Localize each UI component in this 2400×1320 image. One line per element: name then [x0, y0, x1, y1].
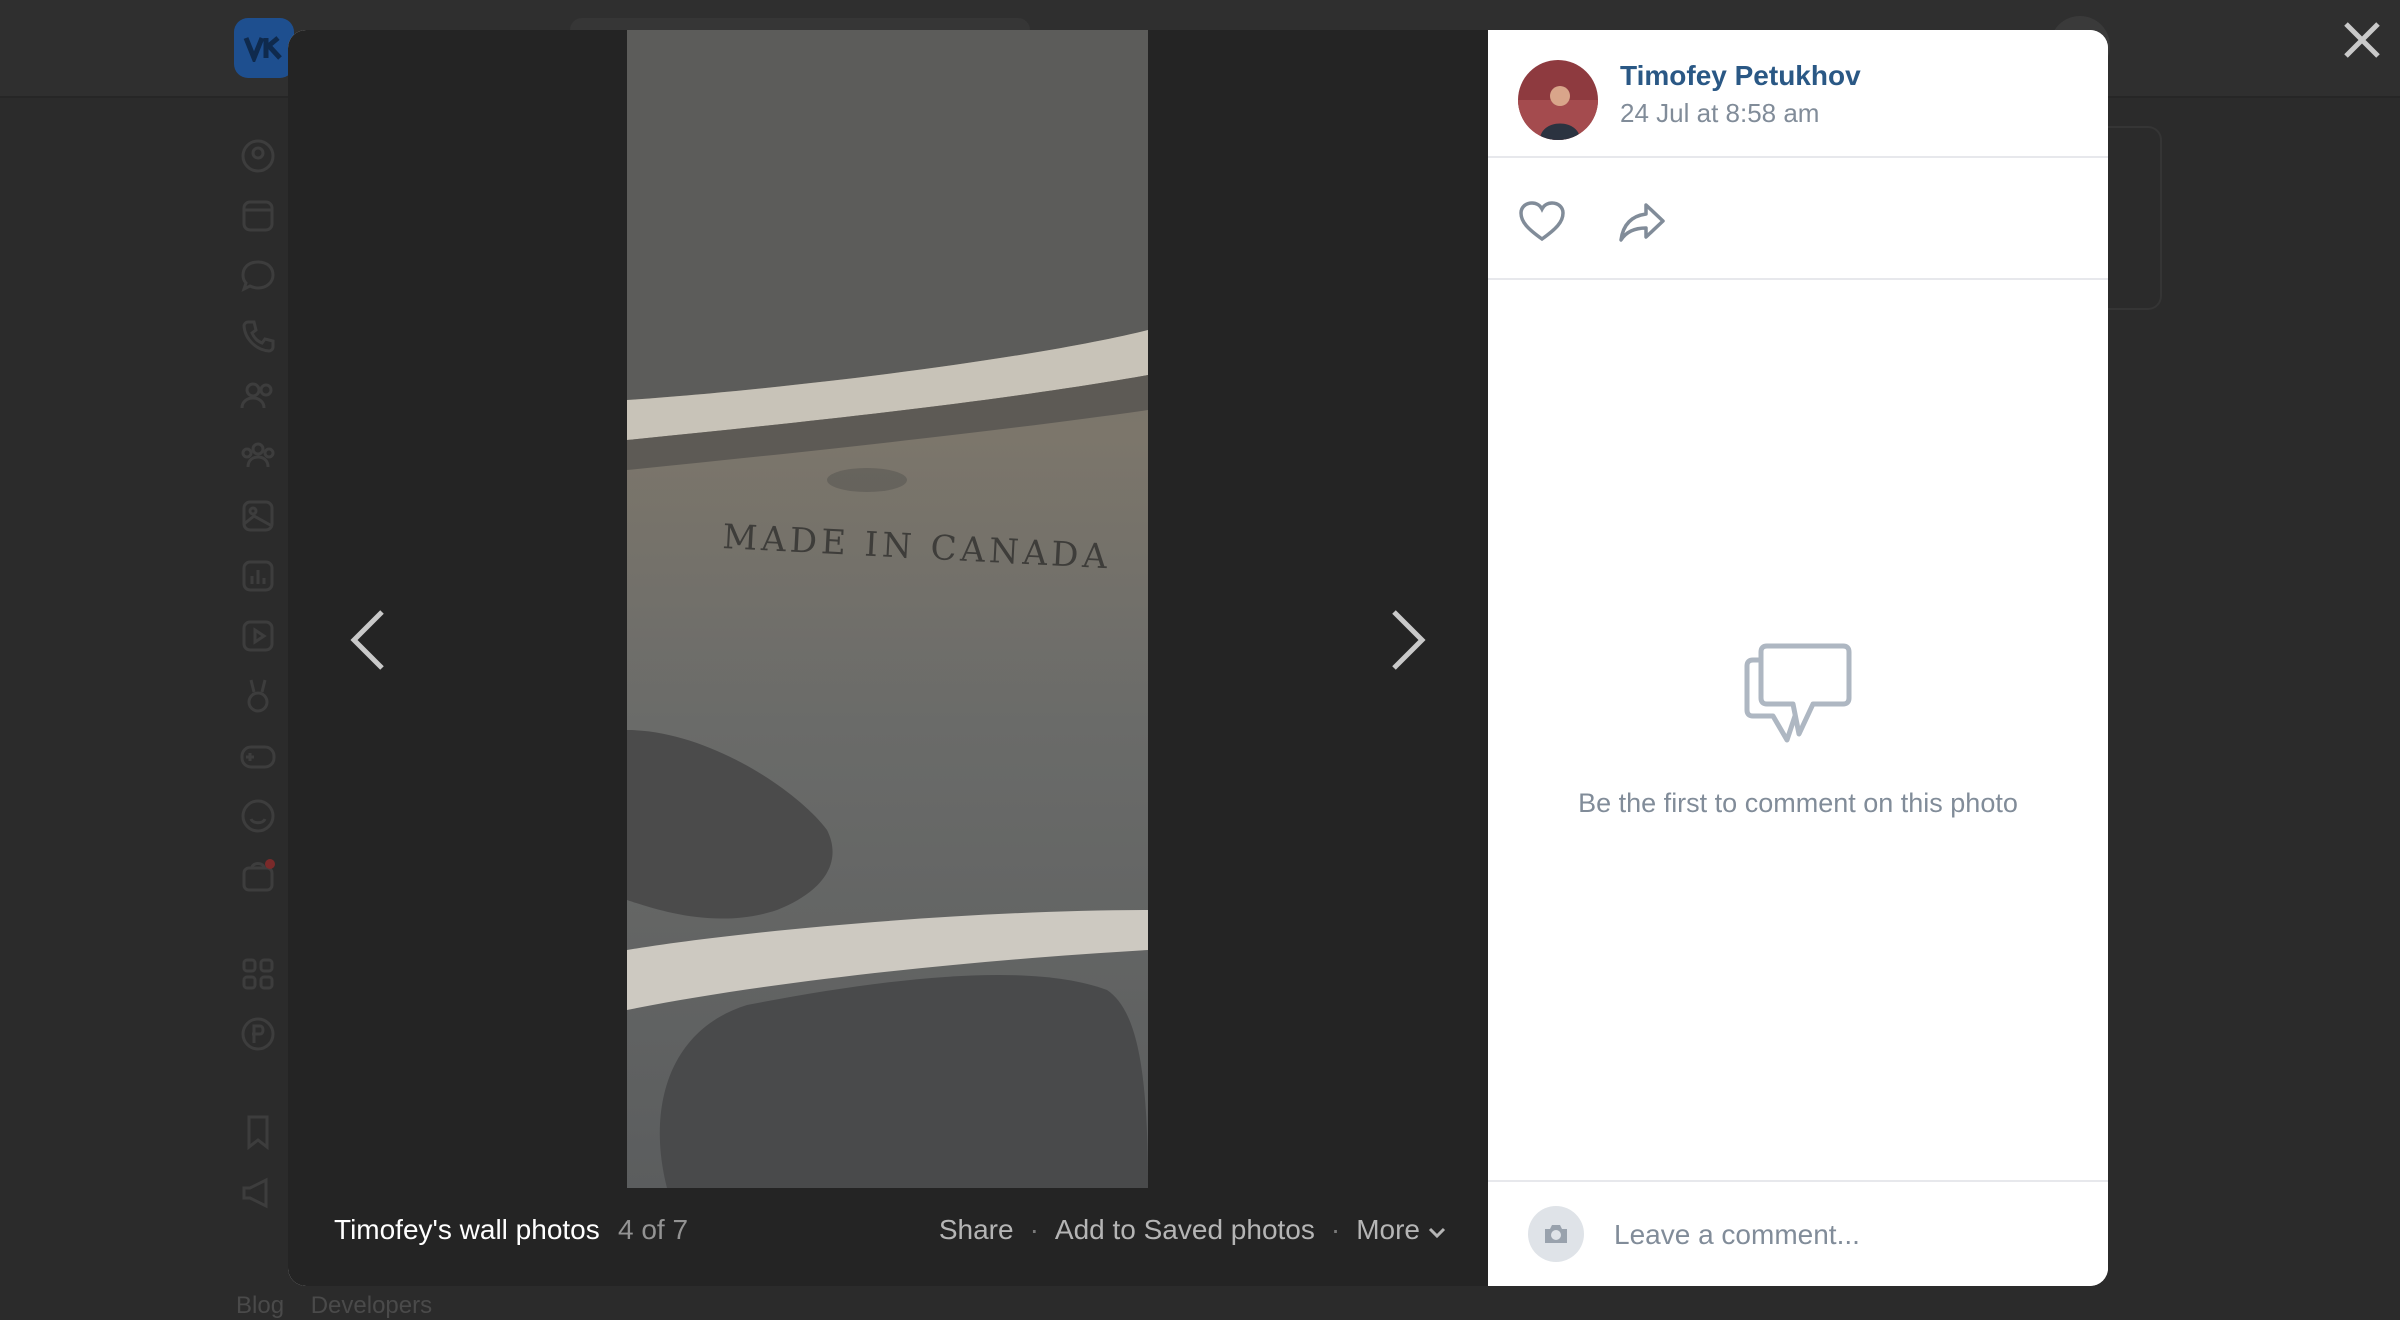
news-icon[interactable] [236, 194, 280, 238]
chevron-left-icon [350, 610, 384, 670]
empty-comments-placeholder [1488, 640, 2108, 749]
post-date[interactable]: 24 Jul at 8:58 am [1620, 98, 1819, 129]
video-icon[interactable] [236, 614, 280, 658]
like-button[interactable] [1516, 196, 1568, 248]
next-photo-button[interactable] [1368, 570, 1448, 710]
camera-icon [1545, 1225, 1567, 1243]
reactions-row [1488, 158, 2108, 280]
messages-icon[interactable] [236, 254, 280, 298]
clips-icon[interactable] [236, 674, 280, 718]
share-arrow-icon [1619, 203, 1665, 242]
music-icon[interactable] [236, 554, 280, 598]
communities-icon[interactable] [236, 434, 280, 478]
photo-footer: Timofey's wall photos 4 of 7 Share · Add… [288, 1206, 1488, 1266]
services-icon[interactable] [236, 952, 280, 996]
photo-area: MADE IN CANADA Timofey's wall photos 4 o… [288, 30, 1488, 1286]
panel-header: Timofey Petukhov 24 Jul at 8:58 am [1488, 30, 2108, 158]
more-label: More [1356, 1214, 1420, 1245]
ads-icon[interactable] [236, 1170, 280, 1214]
heart-icon [1519, 201, 1565, 242]
photo-viewer: MADE IN CANADA Timofey's wall photos 4 o… [288, 30, 2108, 1286]
comment-input[interactable] [1612, 1204, 2076, 1266]
comments-icon [1744, 643, 1852, 743]
close-icon [2344, 22, 2380, 58]
chevron-right-icon [1392, 610, 1426, 670]
separator-dot: · [1029, 1214, 1039, 1245]
market-icon[interactable] [236, 854, 280, 898]
photos-icon[interactable] [236, 494, 280, 538]
calls-icon[interactable] [236, 314, 280, 358]
share-icon-button[interactable] [1616, 196, 1668, 248]
bookmarks-icon[interactable] [236, 1110, 280, 1154]
more-button[interactable]: More [1356, 1214, 1446, 1246]
photo-counter: 4 of 7 [618, 1214, 689, 1245]
author-avatar[interactable] [1518, 60, 1598, 140]
comment-bar [1488, 1180, 2108, 1286]
share-button[interactable]: Share [939, 1214, 1014, 1246]
stickers-icon[interactable] [236, 794, 280, 838]
vk-logo[interactable] [234, 18, 294, 78]
close-viewer-button[interactable] [2336, 14, 2388, 66]
info-panel: Timofey Petukhov 24 Jul at 8:58 am Be th… [1488, 30, 2108, 1286]
friends-icon[interactable] [236, 374, 280, 418]
add-to-saved-button[interactable]: Add to Saved photos [1055, 1214, 1315, 1246]
attach-photo-button[interactable] [1528, 1206, 1584, 1262]
photo[interactable]: MADE IN CANADA [627, 30, 1148, 1188]
separator-dot: · [1330, 1214, 1341, 1245]
payments-icon[interactable] [236, 1012, 280, 1056]
album-title-link[interactable]: Timofey's wall photos [334, 1214, 600, 1246]
games-icon[interactable] [236, 734, 280, 778]
chevron-down-icon [1428, 1227, 1446, 1239]
footer-link-blog[interactable]: Blog [236, 1292, 284, 1319]
empty-comments-text: Be the first to comment on this photo [1578, 788, 2018, 818]
author-name-link[interactable]: Timofey Petukhov [1620, 60, 1861, 92]
profile-icon[interactable] [236, 134, 280, 178]
prev-photo-button[interactable] [328, 570, 408, 710]
footer-link-developers[interactable]: Developers [311, 1292, 432, 1319]
photo-actions: Share · Add to Saved photos · More [939, 1214, 1446, 1246]
